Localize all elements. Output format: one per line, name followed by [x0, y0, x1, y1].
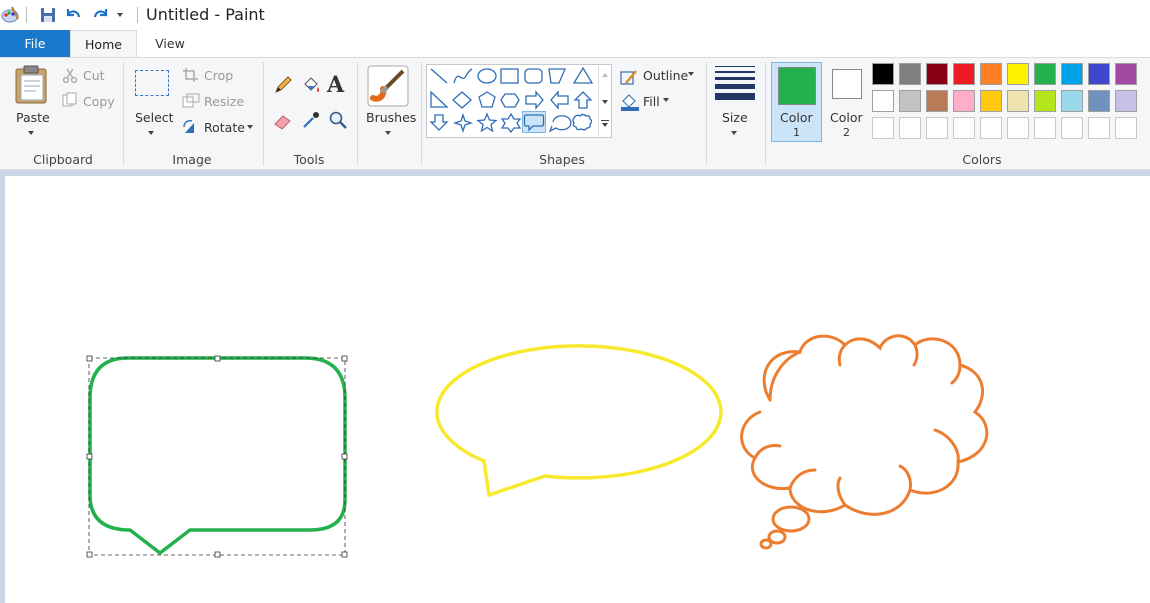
drawing-layer — [86, 334, 989, 558]
selection-handles[interactable] — [86, 355, 348, 558]
selection-box — [88, 357, 346, 556]
cloud-callout[interactable] — [740, 334, 989, 550]
rounded-rectangular-callout[interactable] — [88, 356, 347, 555]
oval-callout[interactable] — [435, 344, 723, 497]
